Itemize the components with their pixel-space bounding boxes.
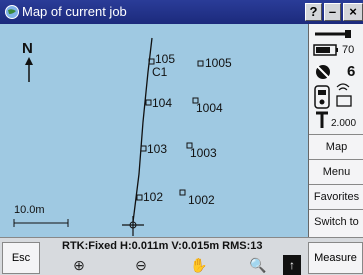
right-panel: 70 6 2.000 Map Menu Favorites Switch to (308, 24, 363, 237)
battery-level: 70 (342, 44, 355, 56)
pan-hand-icon[interactable]: ✋ (184, 255, 214, 275)
menu-button[interactable]: Menu (309, 159, 363, 184)
zoom-out-icon[interactable]: ⊖ (126, 255, 156, 275)
point-label: 103 (147, 142, 168, 156)
point-label: 1005 (205, 56, 232, 70)
point-label: 1004 (196, 101, 223, 115)
map-globe-icon (5, 5, 19, 19)
help-button[interactable]: ? (305, 3, 322, 21)
up-arrow-icon[interactable]: ↑ (283, 255, 301, 275)
current-position-icon (122, 216, 144, 236)
status-area: 70 6 2.000 (309, 24, 363, 134)
scale-bar (13, 219, 69, 227)
satellite-icon (316, 65, 330, 79)
point-marker-1005[interactable] (197, 60, 204, 67)
bottom-bar: Esc RTK:Fixed H:0.011m V:0.015m RMS:13 ⊕… (0, 237, 363, 275)
map-drawing (13, 37, 204, 236)
battery-icon (313, 44, 338, 56)
switch-to-button[interactable]: Switch to (309, 209, 363, 237)
point-label: 102 (143, 190, 164, 204)
point-marker-1002[interactable] (179, 189, 186, 196)
radio-icon (315, 30, 351, 38)
pole-icon (316, 111, 328, 128)
rtk-status-text: RTK:Fixed H:0.011m V:0.015m RMS:13 (62, 240, 263, 252)
close-button[interactable]: × (343, 3, 363, 21)
north-arrow-icon (25, 57, 33, 82)
zoom-in-icon[interactable]: ⊕ (64, 255, 94, 275)
map-canvas[interactable]: N 10.0m 105 C1 1005 104 1004 103 1003 10… (0, 24, 308, 237)
point-marker-102[interactable] (136, 194, 143, 201)
map-button[interactable]: Map (309, 134, 363, 159)
north-label: N (22, 40, 33, 57)
point-label: 104 (152, 96, 173, 110)
esc-button[interactable]: Esc (2, 242, 40, 274)
title-bar: Map of current job ? – × (0, 0, 363, 24)
point-marker-104[interactable] (145, 99, 152, 106)
favorites-button[interactable]: Favorites (309, 184, 363, 209)
scale-label: 10.0m (14, 204, 45, 216)
satellite-count: 6 (347, 63, 356, 80)
receiver-icon (314, 83, 352, 109)
point-label: 1003 (190, 146, 217, 160)
antenna-height: 2.000 (331, 118, 357, 129)
point-label: 1002 (188, 193, 215, 207)
point-label: C1 (152, 65, 168, 79)
point-marker-103[interactable] (140, 145, 147, 152)
zoom-extents-icon[interactable]: 🔍 (243, 255, 273, 275)
minimize-button[interactable]: – (324, 3, 341, 21)
measure-button[interactable]: Measure (308, 242, 363, 274)
point-label: 105 (155, 52, 176, 66)
window-title: Map of current job (22, 4, 127, 19)
